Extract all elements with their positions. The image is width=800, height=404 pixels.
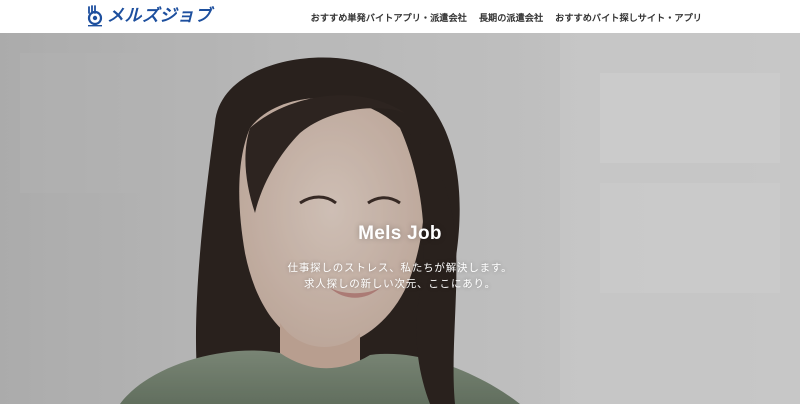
site-logo[interactable]: メルズジョブ [86,4,212,28]
nav-link-job-search-sites[interactable]: おすすめバイト探しサイト・アプリ [555,10,702,24]
hero-overlay [0,33,800,404]
hero-title: Mels Job [358,223,442,244]
main-nav: おすすめ単発バイトアプリ・派遣会社 長期の派遣会社 おすすめバイト探しサイト・ア… [311,0,702,33]
hero-subtitle-line2: 求人探しの新しい次元、ここにあり。 [304,278,496,290]
hand-logo-icon [87,5,103,27]
hero-section: Mels Job 仕事探しのストレス、私たちが解決します。 求人探しの新しい次元… [0,33,800,404]
hero-subtitle-line1: 仕事探しのストレス、私たちが解決します。 [287,262,513,274]
site-header: メルズジョブ おすすめ単発バイトアプリ・派遣会社 長期の派遣会社 おすすめバイト… [0,0,800,33]
logo-text: メルズジョブ [107,6,212,26]
nav-link-spot-job-apps[interactable]: おすすめ単発バイトアプリ・派遣会社 [311,10,467,24]
nav-link-long-term-agencies[interactable]: 長期の派遣会社 [479,10,543,24]
